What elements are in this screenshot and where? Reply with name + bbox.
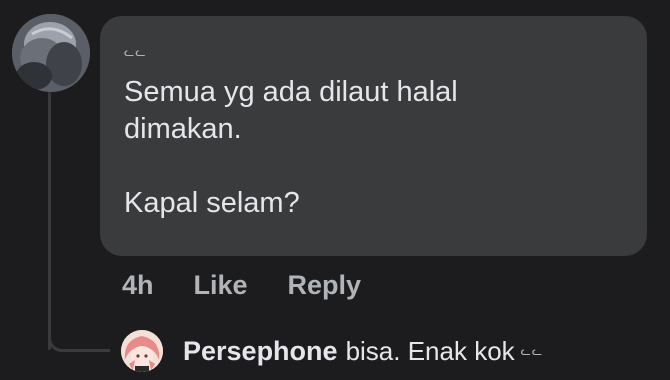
comment-author-name[interactable]: ᓚᓚ [124,46,623,64]
like-button[interactable]: Like [194,270,248,301]
comment-bubble: ᓚᓚ Semua yg ada dilaut halal dimakan. Ka… [100,16,647,256]
reply-author-name[interactable]: Persephone [183,336,338,367]
reply-suffix: ᓚᓚ [520,344,544,358]
commenter-avatar[interactable] [12,14,90,92]
avatar-image [12,14,90,92]
thread-line [48,92,51,350]
comment-text: Semua yg ada dilaut halal dimakan. Kapal… [124,76,458,219]
reply-text: bisa. Enak kok [345,335,515,366]
comment-actions: 4h Like Reply [122,270,361,301]
reply-preview[interactable]: Persephone bisa. Enak kok ᓚᓚ [121,330,543,372]
reply-avatar-image [121,330,163,372]
comment-timestamp[interactable]: 4h [122,270,154,301]
reply-connector [48,318,110,352]
reply-button[interactable]: Reply [288,270,362,301]
reply-avatar[interactable] [121,330,163,372]
